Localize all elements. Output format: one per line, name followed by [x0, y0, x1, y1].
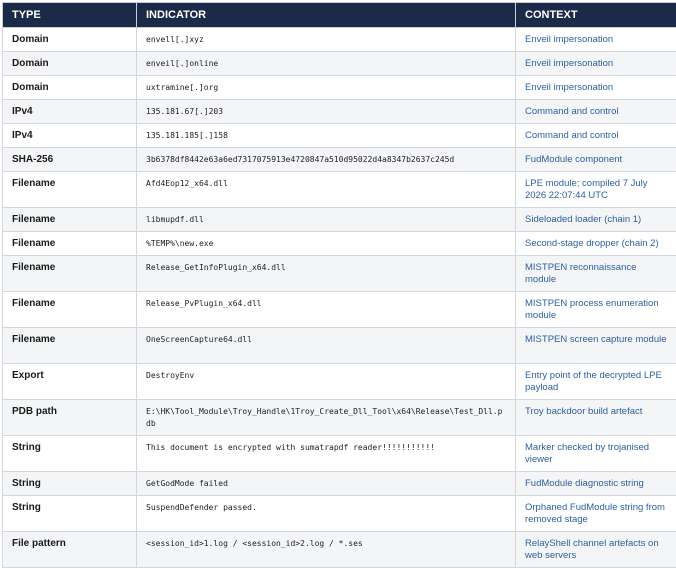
- context-cell: MISTPEN screen capture module: [516, 328, 676, 364]
- context-cell: Marker checked by trojanised viewer: [516, 436, 676, 472]
- indicator-cell: This document is encrypted with sumatrap…: [137, 436, 516, 472]
- context-cell: Enveil impersonation: [516, 52, 676, 76]
- type-cell: PDB path: [3, 400, 137, 436]
- context-cell: Orphaned FudModule string from removed s…: [516, 496, 676, 532]
- context-cell: Sideloaded loader (chain 1): [516, 208, 676, 232]
- table-row: Export DestroyEnv Entry point of the dec…: [3, 364, 676, 400]
- indicator-cell: enveil[.]online: [137, 52, 516, 76]
- indicator-cell: Release_PvPlugin_x64.dll: [137, 292, 516, 328]
- context-cell: Enveil impersonation: [516, 28, 676, 52]
- context-cell: Enveil impersonation: [516, 76, 676, 100]
- type-cell: Export: [3, 364, 137, 400]
- indicator-cell: DestroyEnv: [137, 364, 516, 400]
- table-row: Filename Release_GetInfoPlugin_x64.dll M…: [3, 256, 676, 292]
- type-cell: String: [3, 496, 137, 532]
- type-cell: String: [3, 436, 137, 472]
- table-row: Domain envell[.]xyz Enveil impersonation: [3, 28, 676, 52]
- indicator-cell: %TEMP%\new.exe: [137, 232, 516, 256]
- context-cell: LPE module; compiled 7 July 2026 22:07:4…: [516, 172, 676, 208]
- context-cell: Troy backdoor build artefact: [516, 400, 676, 436]
- type-cell: Filename: [3, 256, 137, 292]
- context-cell: FudModule component: [516, 148, 676, 172]
- context-cell: MISTPEN reconnaissance module: [516, 256, 676, 292]
- table-row: Domain uxtramine[.]org Enveil impersonat…: [3, 76, 676, 100]
- indicator-cell: libmupdf.dll: [137, 208, 516, 232]
- context-cell: Second-stage dropper (chain 2): [516, 232, 676, 256]
- type-cell: IPv4: [3, 124, 137, 148]
- indicator-cell: SuspendDefender passed.: [137, 496, 516, 532]
- indicator-cell: Release_GetInfoPlugin_x64.dll: [137, 256, 516, 292]
- indicator-cell: <session_id>1.log / <session_id>2.log / …: [137, 532, 516, 568]
- type-cell: Filename: [3, 232, 137, 256]
- indicator-cell: E:\HK\Tool_Module\Troy_Handle\1Troy_Crea…: [137, 400, 516, 436]
- column-header-type: TYPE: [3, 3, 137, 28]
- type-cell: Filename: [3, 172, 137, 208]
- table-row: IPv4 135.181.185[.]158 Command and contr…: [3, 124, 676, 148]
- indicator-cell: 3b6378df8442e63a6ed7317075913e4720847a51…: [137, 148, 516, 172]
- type-cell: Domain: [3, 76, 137, 100]
- table-header-row: TYPE INDICATOR CONTEXT: [3, 3, 676, 28]
- table-row: Filename Afd4Eop12_x64.dll LPE module; c…: [3, 172, 676, 208]
- type-cell: Domain: [3, 52, 137, 76]
- indicator-cell: uxtramine[.]org: [137, 76, 516, 100]
- ioc-table: TYPE INDICATOR CONTEXT Domain envell[.]x…: [2, 2, 676, 568]
- context-cell: FudModule diagnostic string: [516, 472, 676, 496]
- column-header-context: CONTEXT: [516, 3, 676, 28]
- table-row: PDB path E:\HK\Tool_Module\Troy_Handle\1…: [3, 400, 676, 436]
- indicator-cell: OneScreenCapture64.dll: [137, 328, 516, 364]
- table-row: SHA-256 3b6378df8442e63a6ed7317075913e47…: [3, 148, 676, 172]
- context-cell: MISTPEN process enumeration module: [516, 292, 676, 328]
- table-row: File pattern <session_id>1.log / <sessio…: [3, 532, 676, 568]
- type-cell: SHA-256: [3, 148, 137, 172]
- context-cell: RelayShell channel artefacts on web serv…: [516, 532, 676, 568]
- type-cell: Filename: [3, 292, 137, 328]
- table-row: Filename libmupdf.dll Sideloaded loader …: [3, 208, 676, 232]
- indicator-cell: 135.181.185[.]158: [137, 124, 516, 148]
- table-row: Domain enveil[.]online Enveil impersonat…: [3, 52, 676, 76]
- type-cell: Domain: [3, 28, 137, 52]
- table-row: String This document is encrypted with s…: [3, 436, 676, 472]
- table-row: IPv4 135.181.67[.]203 Command and contro…: [3, 100, 676, 124]
- type-cell: Filename: [3, 208, 137, 232]
- ioc-table-container: TYPE INDICATOR CONTEXT Domain envell[.]x…: [0, 0, 676, 568]
- table-row: String SuspendDefender passed. Orphaned …: [3, 496, 676, 532]
- context-cell: Command and control: [516, 100, 676, 124]
- column-header-indicator: INDICATOR: [137, 3, 516, 28]
- indicator-cell: GetGodMode failed: [137, 472, 516, 496]
- table-row: String GetGodMode failed FudModule diagn…: [3, 472, 676, 496]
- table-row: Filename Release_PvPlugin_x64.dll MISTPE…: [3, 292, 676, 328]
- type-cell: Filename: [3, 328, 137, 364]
- indicator-cell: envell[.]xyz: [137, 28, 516, 52]
- context-cell: Command and control: [516, 124, 676, 148]
- indicator-cell: Afd4Eop12_x64.dll: [137, 172, 516, 208]
- indicator-cell: 135.181.67[.]203: [137, 100, 516, 124]
- context-cell: Entry point of the decrypted LPE payload: [516, 364, 676, 400]
- table-row: Filename OneScreenCapture64.dll MISTPEN …: [3, 328, 676, 364]
- table-row: Filename %TEMP%\new.exe Second-stage dro…: [3, 232, 676, 256]
- type-cell: IPv4: [3, 100, 137, 124]
- type-cell: String: [3, 472, 137, 496]
- type-cell: File pattern: [3, 532, 137, 568]
